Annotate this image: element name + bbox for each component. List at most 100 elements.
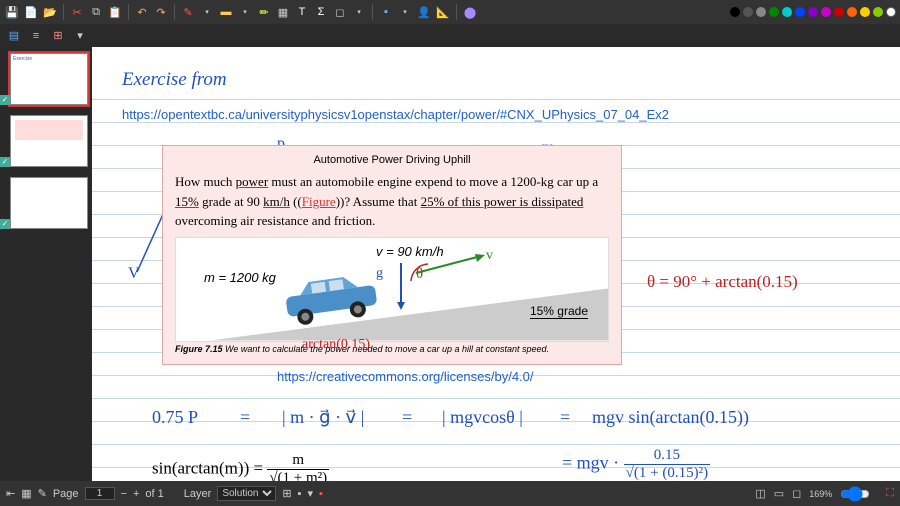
diagram: v = 90 km/h m = 1200 kg 15% grade g θ — [175, 237, 609, 342]
dropdown-icon[interactable]: ▾ — [237, 4, 253, 20]
annotation-g: g — [376, 266, 383, 282]
shapes-icon[interactable]: ▦ — [275, 4, 291, 20]
eq1-p1: | m · g⃗ · v⃗ | — [282, 407, 364, 428]
cc-link[interactable]: https://creativecommons.org/licenses/by/… — [277, 369, 534, 384]
color-swatch[interactable] — [873, 7, 883, 17]
page-thumbnail[interactable] — [10, 115, 88, 167]
paste-icon[interactable]: 📋 — [107, 4, 123, 20]
color-swatch[interactable] — [847, 7, 857, 17]
source-link[interactable]: https://opentextbc.ca/universityphysicsv… — [122, 107, 669, 122]
annotation-arctan: arctan(0.15) — [302, 337, 370, 353]
secondary-toolbar: ▤ ≡ ⊞ ▾ — [0, 24, 900, 47]
problem-header: Automotive Power Driving Uphill — [175, 154, 609, 166]
page-label: Page — [53, 488, 79, 500]
cut-icon[interactable]: ✂ — [69, 4, 85, 20]
color-swatch[interactable] — [730, 7, 740, 17]
pen-icon[interactable]: ✎ — [180, 4, 196, 20]
g-vector — [391, 258, 411, 313]
stack-icon[interactable]: ≡ — [28, 28, 44, 44]
text-icon[interactable]: T — [294, 4, 310, 20]
fullscreen-icon[interactable]: ⛶ — [886, 487, 894, 500]
view-mode-icon[interactable]: ◫ — [755, 487, 765, 500]
eq3: = mgv · 0.15√(1 + (0.15)²) — [562, 447, 710, 481]
color-swatch[interactable] — [782, 7, 792, 17]
layer-tool-icon[interactable]: ▪ — [319, 488, 323, 500]
eraser-icon[interactable]: ▬ — [218, 4, 234, 20]
eq-sign: = — [402, 407, 412, 428]
color-swatch[interactable] — [821, 7, 831, 17]
color-swatch[interactable] — [886, 7, 896, 17]
status-bar: ⇤ ▦ ✎ Page − + of 1 Layer Solution ⊞ ▪ ▾… — [0, 481, 900, 506]
down-icon[interactable]: ▾ — [72, 28, 88, 44]
page-next-icon[interactable]: + — [133, 488, 139, 500]
thumbnail-sidebar: Exercise✓ ✓ ✓ — [0, 47, 92, 481]
math-icon[interactable]: Σ — [313, 4, 329, 20]
problem-text: How much power must an automobile engine… — [175, 172, 609, 231]
annotation-vec-v: v — [486, 248, 493, 264]
color-swatch[interactable] — [860, 7, 870, 17]
ruler-icon[interactable]: 📐 — [435, 4, 451, 20]
color-palette — [730, 7, 896, 17]
zoom-slider[interactable] — [840, 485, 870, 503]
view-mode-icon[interactable]: ▭ — [774, 487, 784, 500]
annotation-theta: θ — [416, 266, 423, 283]
page-of-label: of 1 — [145, 488, 163, 500]
open-icon[interactable]: 📂 — [42, 4, 58, 20]
layers-icon[interactable]: ▤ — [6, 28, 22, 44]
problem-box: Automotive Power Driving Uphill How much… — [162, 145, 622, 365]
new-doc-icon[interactable]: 📄 — [23, 4, 39, 20]
annotation-v: V — [128, 265, 140, 283]
image-icon[interactable]: 👤 — [416, 4, 432, 20]
eq-sign: = — [240, 407, 250, 428]
eq-sign: = — [560, 407, 570, 428]
check-icon: ✓ — [0, 219, 10, 229]
eq1-p3: mgv sin(arctan(0.15)) — [592, 407, 749, 428]
grade-label: 15% grade — [530, 304, 588, 319]
velocity-label: v = 90 km/h — [376, 244, 444, 259]
page-thumbnail[interactable] — [10, 177, 88, 229]
eq1-p2: | mgvcosθ | — [442, 407, 523, 428]
theta-equation: θ = 90° + arctan(0.15) — [647, 272, 798, 292]
color-swatch[interactable] — [743, 7, 753, 17]
page-input[interactable] — [85, 487, 115, 500]
main-toolbar: 💾 📄 📂 ✂ ⧉ 📋 ↶ ↷ ✎ ▾ ▬ ▾ ✏ ▦ T Σ ◻ ▾ ▪ ▾ … — [0, 0, 900, 24]
canvas-area[interactable]: Exercise from https://opentextbc.ca/univ… — [92, 47, 900, 481]
layer-tool-icon[interactable]: ▾ — [307, 487, 313, 500]
color-swatch[interactable] — [834, 7, 844, 17]
color-swatch[interactable] — [795, 7, 805, 17]
layer-select[interactable]: Solution — [217, 486, 276, 501]
check-icon: ✓ — [0, 95, 10, 105]
highlighter-icon[interactable]: ✏ — [256, 4, 272, 20]
save-icon[interactable]: 💾 — [4, 4, 20, 20]
redo-icon[interactable]: ↷ — [153, 4, 169, 20]
misc-icon[interactable]: ⬤ — [462, 4, 478, 20]
color-swatch[interactable] — [808, 7, 818, 17]
nav-first-icon[interactable]: ⇤ — [6, 487, 15, 500]
dropdown-icon[interactable]: ▾ — [351, 4, 367, 20]
page-prev-icon[interactable]: − — [121, 488, 127, 500]
dropdown-icon[interactable]: ▾ — [199, 4, 215, 20]
eq1-lhs: 0.75 P — [152, 407, 198, 428]
title-text: Exercise from — [122, 69, 227, 91]
layer-tool-icon[interactable]: ▪ — [298, 488, 302, 500]
zoom-value: 169% — [809, 489, 832, 499]
copy-icon[interactable]: ⧉ — [88, 4, 104, 20]
annotations-icon[interactable]: ✎ — [38, 487, 47, 500]
view-mode-icon[interactable]: ◻ — [792, 487, 801, 500]
layers-panel-icon[interactable]: ▦ — [21, 487, 31, 500]
figure-caption: Figure 7.15 We want to calculate the pow… — [175, 344, 609, 354]
select-icon[interactable]: ◻ — [332, 4, 348, 20]
layer-tool-icon[interactable]: ⊞ — [282, 487, 291, 500]
sin-arctan-formula: sin(arctan(m)) = m√(1 + m²) — [152, 452, 329, 481]
page-thumbnail[interactable]: Exercise — [10, 53, 88, 105]
figure-link[interactable]: Figure — [302, 194, 336, 209]
color-swatch[interactable] — [756, 7, 766, 17]
layer-label: Layer — [184, 488, 212, 500]
grid-icon[interactable]: ⊞ — [50, 28, 66, 44]
check-icon: ✓ — [0, 157, 10, 167]
fill-icon[interactable]: ▪ — [378, 4, 394, 20]
mass-label: m = 1200 kg — [204, 270, 276, 285]
undo-icon[interactable]: ↶ — [134, 4, 150, 20]
dropdown-icon[interactable]: ▾ — [397, 4, 413, 20]
color-swatch[interactable] — [769, 7, 779, 17]
